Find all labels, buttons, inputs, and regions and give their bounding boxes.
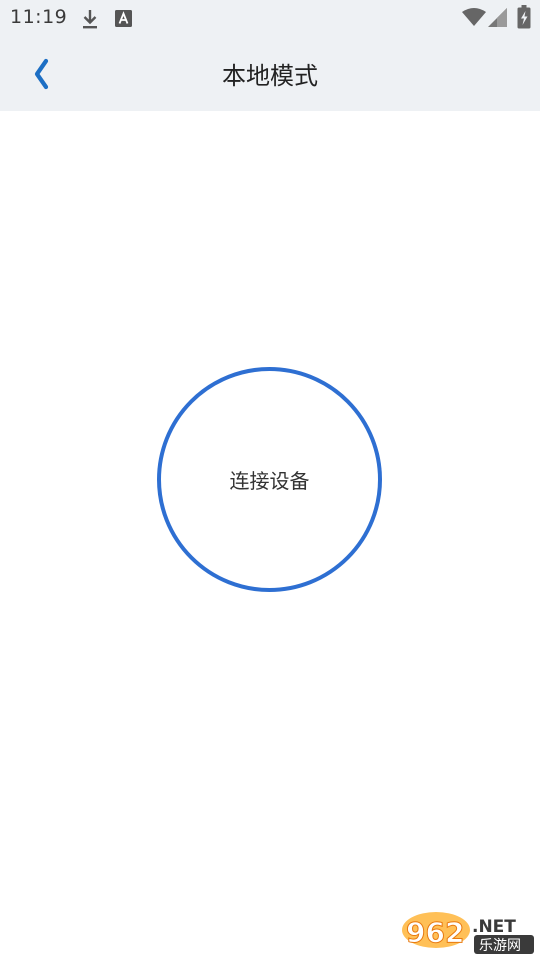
download-icon: [83, 10, 97, 29]
page-title: 本地模式: [222, 62, 318, 90]
cell-signal-icon: [488, 8, 507, 27]
app-bar: 本地模式: [0, 36, 540, 111]
connect-device-button[interactable]: 连接设备: [157, 367, 382, 592]
status-bar: 11:19: [0, 0, 540, 36]
svg-text:.NET: .NET: [472, 917, 516, 937]
battery-charging-icon: [517, 5, 531, 29]
font-a-icon: [115, 10, 132, 27]
screen: 11:19 本地模式 连接设备 962 .NET 乐游网: [0, 0, 540, 960]
svg-text:962: 962: [406, 916, 464, 949]
watermark-logo: 962 .NET 乐游网: [402, 912, 534, 954]
svg-text:乐游网: 乐游网: [479, 938, 521, 954]
status-time: 11:19: [10, 6, 68, 28]
connect-device-label: 连接设备: [229, 469, 310, 493]
wifi-icon: [462, 8, 486, 26]
